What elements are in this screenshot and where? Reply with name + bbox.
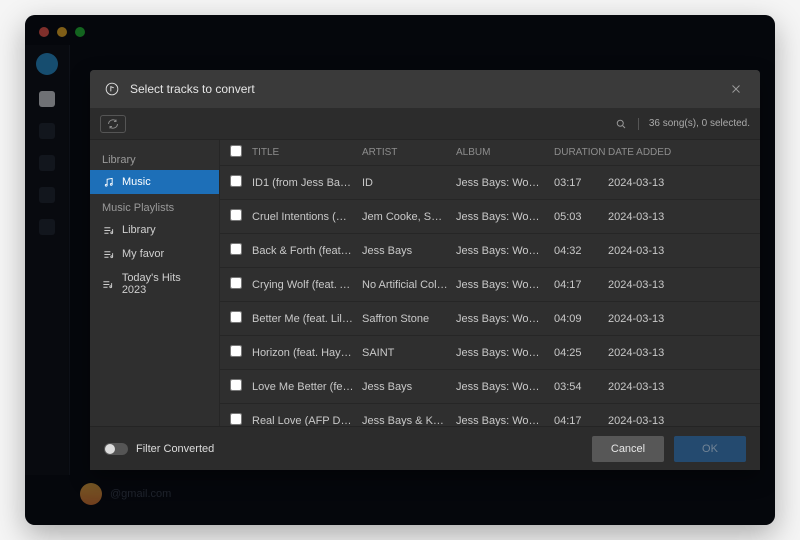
- modal-toolbar: 36 song(s), 0 selected.: [90, 108, 760, 140]
- row-checkbox[interactable]: [230, 345, 242, 357]
- table-row[interactable]: Back & Forth (feat. Lily …Jess BaysJess …: [220, 234, 760, 268]
- modal-footer: Filter Converted Cancel OK: [90, 426, 760, 470]
- row-checkbox[interactable]: [230, 175, 242, 187]
- cell-date: 2024-03-13: [608, 313, 698, 325]
- column-header-duration[interactable]: DURATION: [554, 147, 608, 158]
- cell-album: Jess Bays: Women I…: [456, 347, 554, 359]
- cell-title: ID1 (from Jess Bays: W…: [252, 177, 362, 189]
- column-header-artist[interactable]: ARTIST: [362, 147, 456, 158]
- row-checkbox[interactable]: [230, 379, 242, 391]
- cell-artist: Saffron Stone: [362, 313, 456, 325]
- cell-duration: 04:32: [554, 245, 608, 257]
- select-all-checkbox[interactable]: [230, 145, 242, 157]
- cell-artist: No Artificial Colours: [362, 279, 456, 291]
- cell-duration: 03:54: [554, 381, 608, 393]
- filter-converted-toggle[interactable]: [104, 443, 128, 455]
- cell-album: Jess Bays: Women I…: [456, 415, 554, 427]
- row-checkbox[interactable]: [230, 413, 242, 425]
- cancel-button[interactable]: Cancel: [592, 436, 664, 462]
- table-row[interactable]: Horizon (feat. Hayley …SAINTJess Bays: W…: [220, 336, 760, 370]
- column-header-date-added[interactable]: DATE ADDED: [608, 147, 698, 158]
- row-checkbox[interactable]: [230, 243, 242, 255]
- sidebar-section-title: Music Playlists: [90, 194, 219, 218]
- cell-date: 2024-03-13: [608, 177, 698, 189]
- cell-title: Back & Forth (feat. Lily …: [252, 245, 362, 257]
- app-window: @gmail.com Select tracks to convert 36 s: [25, 15, 775, 525]
- table-header: TITLE ARTIST ALBUM DURATION DATE ADDED: [220, 140, 760, 166]
- cell-artist: ID: [362, 177, 456, 189]
- modal-header: Select tracks to convert: [90, 70, 760, 108]
- table-row[interactable]: Cruel Intentions (Mixed)Jem Cooke, Sam D…: [220, 200, 760, 234]
- cell-artist: Jess Bays & Kelli-L…: [362, 415, 456, 427]
- cell-artist: Jess Bays: [362, 381, 456, 393]
- table-row[interactable]: Crying Wolf (feat. Alex …No Artificial C…: [220, 268, 760, 302]
- modal-sidebar: Library Music Music Playlists Library: [90, 140, 220, 426]
- cell-album: Jess Bays: Women I…: [456, 177, 554, 189]
- playlist-icon: [102, 248, 114, 260]
- tracks-table-body: ID1 (from Jess Bays: W…IDJess Bays: Wome…: [220, 166, 760, 426]
- cell-title: Cruel Intentions (Mixed): [252, 211, 362, 223]
- table-row[interactable]: Love Me Better (feat. L…Jess BaysJess Ba…: [220, 370, 760, 404]
- table-row[interactable]: Real Love (AFP Deep Li…Jess Bays & Kelli…: [220, 404, 760, 426]
- cell-date: 2024-03-13: [608, 381, 698, 393]
- cell-title: Better Me (feat. Lily Mc…: [252, 313, 362, 325]
- cell-title: Love Me Better (feat. L…: [252, 381, 362, 393]
- column-header-album[interactable]: ALBUM: [456, 147, 554, 158]
- sidebar-item-library[interactable]: Library: [90, 218, 219, 242]
- cell-title: Crying Wolf (feat. Alex …: [252, 279, 362, 291]
- tracks-pane: TITLE ARTIST ALBUM DURATION DATE ADDED I…: [220, 140, 760, 426]
- cell-album: Jess Bays: Women I…: [456, 245, 554, 257]
- filter-converted-label: Filter Converted: [136, 443, 214, 455]
- cell-album: Jess Bays: Women I…: [456, 211, 554, 223]
- cell-duration: 04:17: [554, 415, 608, 427]
- table-row[interactable]: Better Me (feat. Lily Mc…Saffron StoneJe…: [220, 302, 760, 336]
- column-header-title[interactable]: TITLE: [252, 147, 362, 158]
- music-note-icon: [104, 81, 120, 97]
- cell-date: 2024-03-13: [608, 211, 698, 223]
- cell-date: 2024-03-13: [608, 245, 698, 257]
- search-icon[interactable]: [614, 117, 628, 131]
- select-tracks-modal: Select tracks to convert 36 song(s), 0 s…: [90, 70, 760, 470]
- sidebar-item-label: Music: [122, 176, 151, 188]
- sidebar-section-title: Library: [90, 146, 219, 170]
- sidebar-item-label: Library: [122, 224, 156, 236]
- sidebar-item-todays-hits[interactable]: Today's Hits 2023: [90, 266, 219, 302]
- cell-title: Real Love (AFP Deep Li…: [252, 415, 362, 427]
- toolbar-divider: [638, 118, 639, 130]
- ok-button[interactable]: OK: [674, 436, 746, 462]
- cell-duration: 04:25: [554, 347, 608, 359]
- refresh-button[interactable]: [100, 115, 126, 133]
- playlist-icon: [102, 224, 114, 236]
- cell-duration: 04:09: [554, 313, 608, 325]
- music-icon: [102, 176, 114, 188]
- playlist-icon: [102, 278, 114, 290]
- sidebar-item-my-favor[interactable]: My favor: [90, 242, 219, 266]
- close-icon[interactable]: [726, 79, 746, 99]
- cell-album: Jess Bays: Women I…: [456, 313, 554, 325]
- cell-date: 2024-03-13: [608, 415, 698, 427]
- cell-title: Horizon (feat. Hayley …: [252, 347, 362, 359]
- sidebar-item-music[interactable]: Music: [90, 170, 219, 194]
- row-checkbox[interactable]: [230, 209, 242, 221]
- cell-album: Jess Bays: Women I…: [456, 279, 554, 291]
- sidebar-item-label: My favor: [122, 248, 164, 260]
- cell-artist: SAINT: [362, 347, 456, 359]
- selection-summary: 36 song(s), 0 selected.: [649, 118, 750, 129]
- cell-artist: Jess Bays: [362, 245, 456, 257]
- cell-duration: 04:17: [554, 279, 608, 291]
- row-checkbox[interactable]: [230, 311, 242, 323]
- cell-artist: Jem Cooke, Sam D…: [362, 211, 456, 223]
- table-row[interactable]: ID1 (from Jess Bays: W…IDJess Bays: Wome…: [220, 166, 760, 200]
- modal-title: Select tracks to convert: [130, 82, 255, 96]
- cell-duration: 03:17: [554, 177, 608, 189]
- cell-album: Jess Bays: Women I…: [456, 381, 554, 393]
- cell-date: 2024-03-13: [608, 347, 698, 359]
- cell-duration: 05:03: [554, 211, 608, 223]
- modal-body: Library Music Music Playlists Library: [90, 140, 760, 426]
- row-checkbox[interactable]: [230, 277, 242, 289]
- sidebar-item-label: Today's Hits 2023: [122, 272, 207, 296]
- cell-date: 2024-03-13: [608, 279, 698, 291]
